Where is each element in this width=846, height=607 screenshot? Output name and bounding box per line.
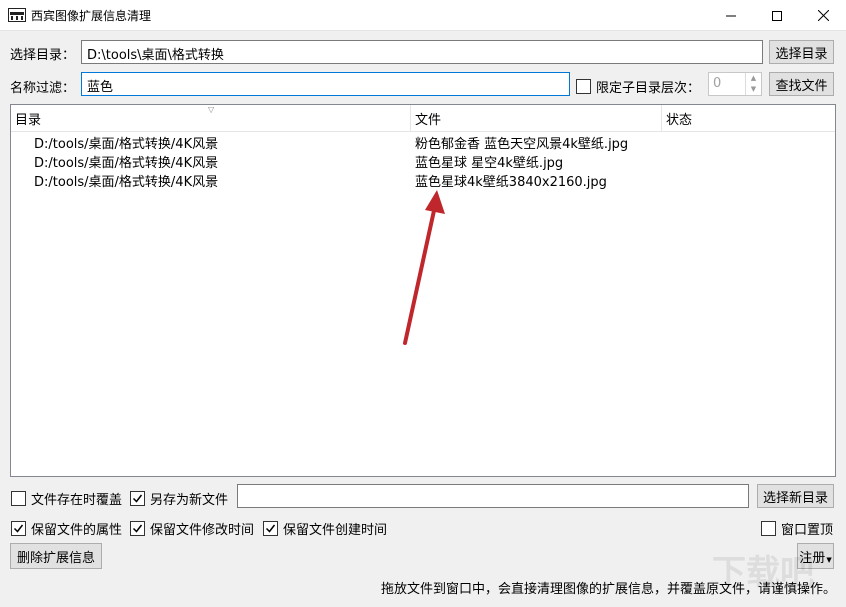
- topmost-label: 窗口置顶: [781, 523, 834, 538]
- keep-mtime-option[interactable]: 保留文件修改时间: [130, 519, 254, 538]
- save-as-option[interactable]: 另存为新文件: [130, 489, 228, 508]
- dir-label: 选择目录：: [10, 48, 76, 63]
- filter-input[interactable]: 蓝色: [81, 72, 570, 96]
- title-bar: 西宾图像扩展信息清理: [0, 0, 846, 31]
- column-header-file[interactable]: 文件: [411, 105, 662, 131]
- minimize-button[interactable]: [708, 0, 754, 31]
- topmost-option[interactable]: 窗口置顶: [761, 519, 833, 538]
- keep-attr-option[interactable]: 保留文件的属性: [11, 519, 122, 538]
- depth-value: 0: [713, 76, 722, 91]
- delete-ext-info-button[interactable]: 删除扩展信息: [10, 543, 102, 569]
- limit-depth-checkbox[interactable]: [576, 79, 591, 94]
- spin-up-icon[interactable]: ▲: [746, 73, 761, 84]
- watermark-logo: 下载吧: [712, 553, 814, 593]
- table-row[interactable]: D:/tools/桌面/格式转换/4K风景 粉色郁金香 蓝色天空风景4k壁纸.j…: [11, 132, 835, 152]
- limit-depth-option[interactable]: 限定子目录层次：: [576, 77, 700, 96]
- keep-ctime-label: 保留文件创建时间: [283, 523, 388, 538]
- cell-file: 蓝色星球 星空4k壁纸.jpg: [415, 156, 564, 171]
- overwrite-label: 文件存在时覆盖: [31, 493, 123, 508]
- column-header-status[interactable]: 状态: [662, 105, 836, 131]
- checkmark-icon: [13, 524, 24, 533]
- overwrite-option[interactable]: 文件存在时覆盖: [11, 489, 122, 508]
- spin-down-icon[interactable]: ▼: [746, 84, 761, 95]
- app-icon: [8, 8, 26, 22]
- save-as-checkbox[interactable]: [130, 491, 145, 506]
- maximize-icon: [772, 10, 782, 21]
- window-title: 西宾图像扩展信息清理: [31, 9, 152, 23]
- cell-dir: D:/tools/桌面/格式转换/4K风景: [34, 175, 219, 190]
- table-row[interactable]: D:/tools/桌面/格式转换/4K风景 蓝色星球 星空4k壁纸.jpg: [11, 151, 835, 171]
- keep-mtime-label: 保留文件修改时间: [150, 523, 255, 538]
- save-as-label: 另存为新文件: [150, 493, 229, 508]
- minimize-icon: [726, 15, 736, 16]
- close-button[interactable]: [800, 0, 846, 31]
- overwrite-checkbox[interactable]: [11, 491, 26, 506]
- keep-ctime-option[interactable]: 保留文件创建时间: [263, 519, 387, 538]
- keep-ctime-checkbox[interactable]: [263, 521, 278, 536]
- topmost-checkbox[interactable]: [761, 521, 776, 536]
- filter-label: 名称过滤：: [10, 81, 76, 96]
- cell-dir: D:/tools/桌面/格式转换/4K风景: [34, 156, 219, 171]
- close-icon: [817, 10, 829, 21]
- table-row[interactable]: D:/tools/桌面/格式转换/4K风景 蓝色星球4k壁纸3840x2160.…: [11, 170, 835, 190]
- annotation-arrow-icon: [403, 190, 445, 345]
- dir-input[interactable]: D:\tools\桌面\格式转换: [81, 40, 763, 64]
- maximize-button[interactable]: [754, 0, 800, 31]
- select-new-dir-button[interactable]: 选择新目录: [757, 484, 834, 508]
- cell-dir: D:/tools/桌面/格式转换/4K风景: [34, 137, 219, 152]
- list-header: 目录 ▽ 文件 状态: [11, 105, 835, 132]
- limit-depth-label: 限定子目录层次：: [596, 81, 701, 96]
- checkmark-icon: [265, 524, 276, 533]
- keep-attr-checkbox[interactable]: [11, 521, 26, 536]
- depth-spinner[interactable]: 0 ▲ ▼: [708, 72, 762, 96]
- find-files-button[interactable]: 查找文件: [769, 72, 834, 96]
- sort-indicator-icon: ▽: [208, 105, 215, 114]
- checkmark-icon: [132, 524, 143, 533]
- keep-mtime-checkbox[interactable]: [130, 521, 145, 536]
- select-dir-button[interactable]: 选择目录: [769, 40, 834, 64]
- checkmark-icon: [132, 494, 143, 503]
- new-dir-input[interactable]: [237, 484, 749, 508]
- dropdown-arrow-icon: ▼: [826, 556, 832, 564]
- keep-attr-label: 保留文件的属性: [31, 523, 123, 538]
- cell-file: 粉色郁金香 蓝色天空风景4k壁纸.jpg: [415, 137, 629, 152]
